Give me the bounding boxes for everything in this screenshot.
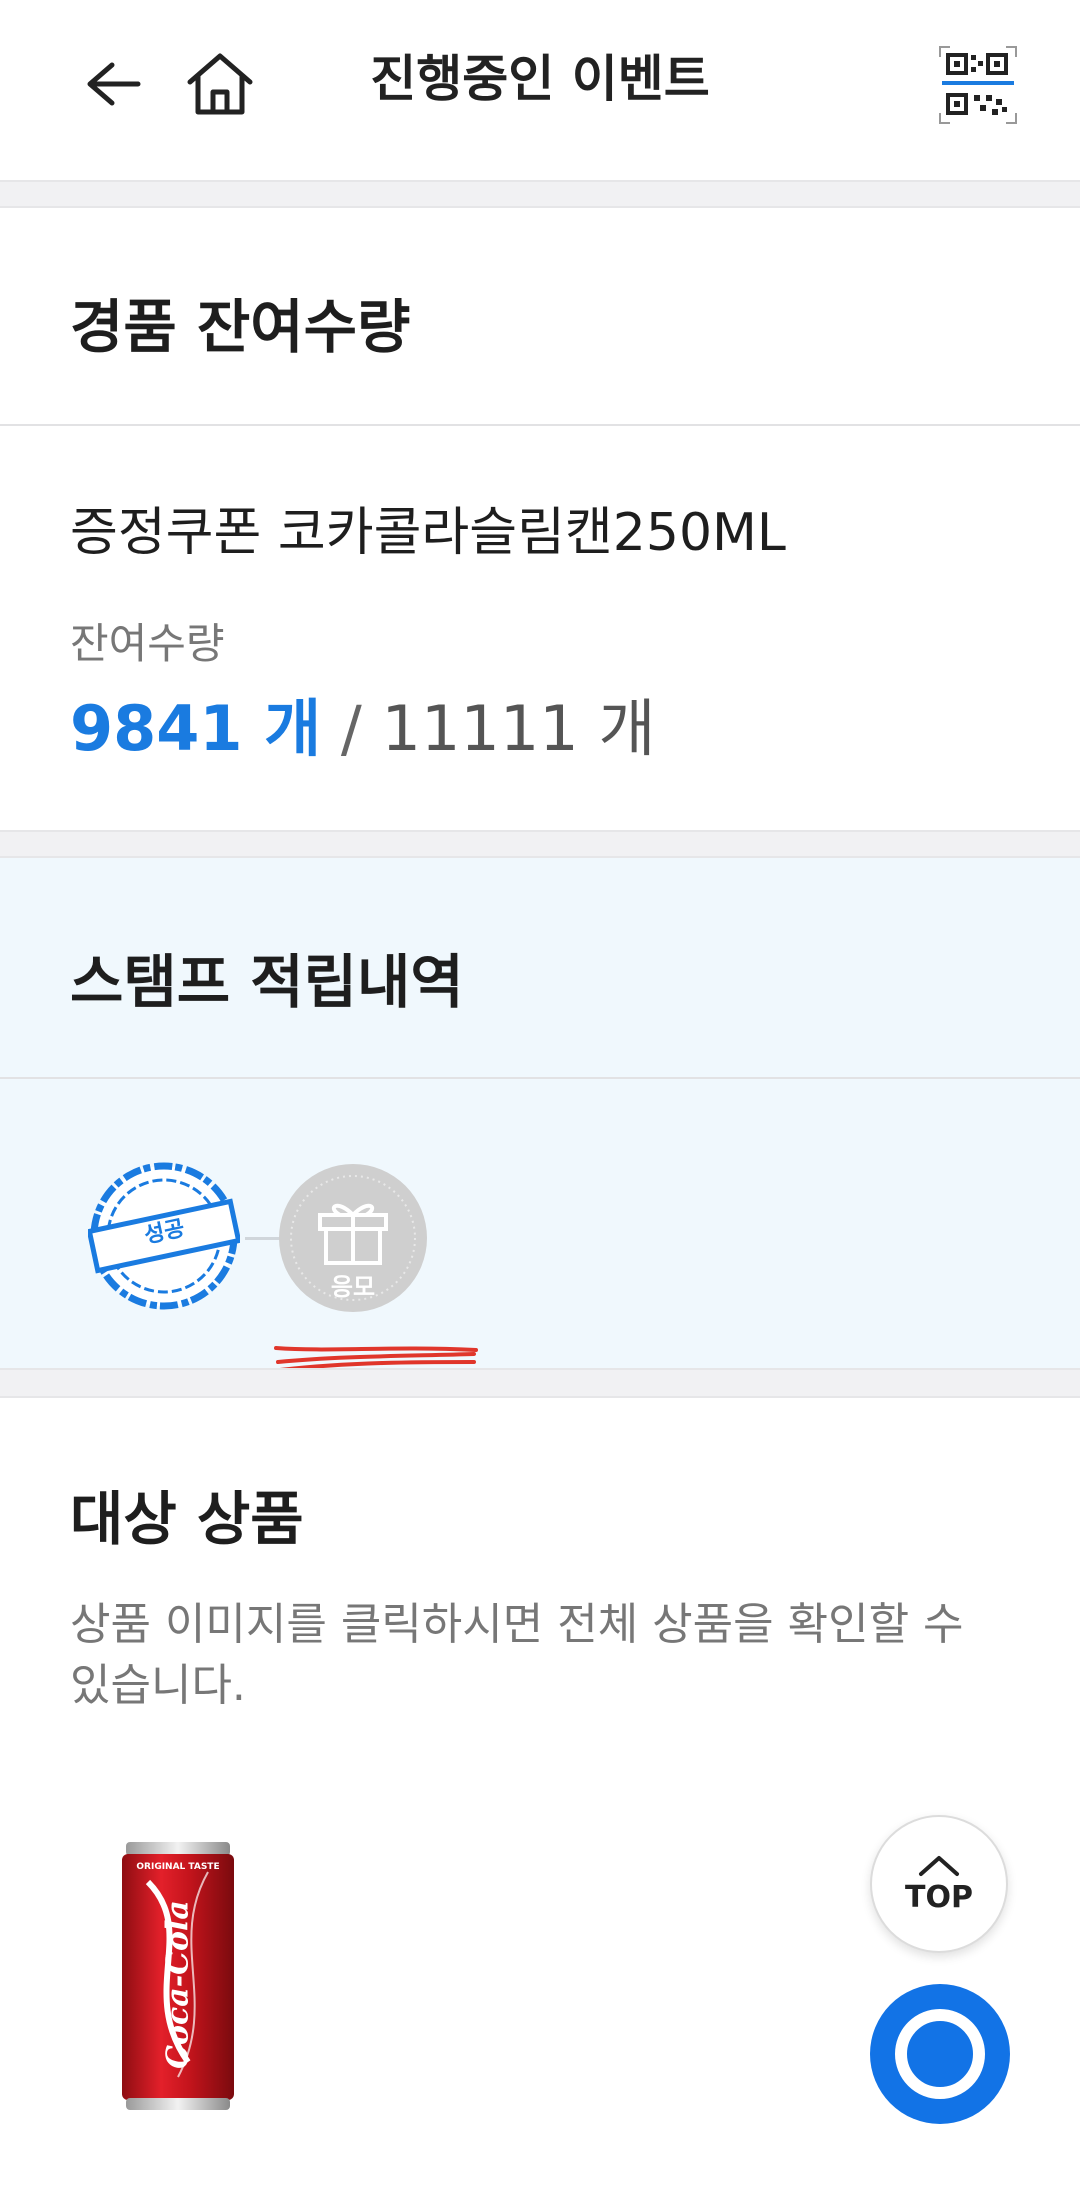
- stamp-success: 성공: [86, 1160, 242, 1312]
- divider: [0, 424, 1080, 426]
- product-image-coca-cola[interactable]: ORIGINAL TASTE Coca-Cola: [118, 1842, 238, 2112]
- page-title: 진행중인 이벤트: [370, 50, 710, 108]
- stamp-apply[interactable]: 응모: [278, 1163, 428, 1313]
- chevron-up-icon: [919, 1855, 959, 1876]
- qr-code-icon: [939, 46, 1017, 124]
- stamp-apply-label: 응모: [330, 1273, 376, 1301]
- stamp-section-title: 스탬프 적립내역: [70, 948, 464, 1016]
- section-gap: [0, 830, 1080, 858]
- remain-current: 9841 개: [70, 692, 322, 765]
- qr-code-button[interactable]: [930, 40, 1026, 130]
- prize-section-title: 경품 잔여수량: [70, 293, 411, 361]
- products-section-title: 대상 상품: [70, 1485, 304, 1553]
- prize-name: 증정쿠폰 코카콜라슬림캔250ML: [70, 503, 786, 563]
- remain-total: 11111 개: [381, 692, 656, 765]
- remain-separator: /: [340, 692, 362, 765]
- app-header: 진행중인 이벤트: [0, 0, 1080, 180]
- floating-action-button[interactable]: [870, 1984, 1010, 2124]
- divider: [0, 1077, 1080, 1079]
- ring-icon: [895, 2009, 985, 2099]
- remain-count: 9841 개 / 11111 개: [70, 678, 656, 768]
- section-gap: [0, 180, 1080, 208]
- remain-label: 잔여수량: [70, 619, 225, 668]
- can-brand-text: Coca-Cola: [160, 1900, 196, 2069]
- products-description: 상품 이미지를 클릭하시면 전체 상품을 확인할 수 있습니다.: [70, 1599, 964, 1711]
- scroll-top-button[interactable]: TOP: [870, 1815, 1008, 1953]
- scroll-top-label: TOP: [905, 1879, 973, 1915]
- section-gap: [0, 1368, 1080, 1398]
